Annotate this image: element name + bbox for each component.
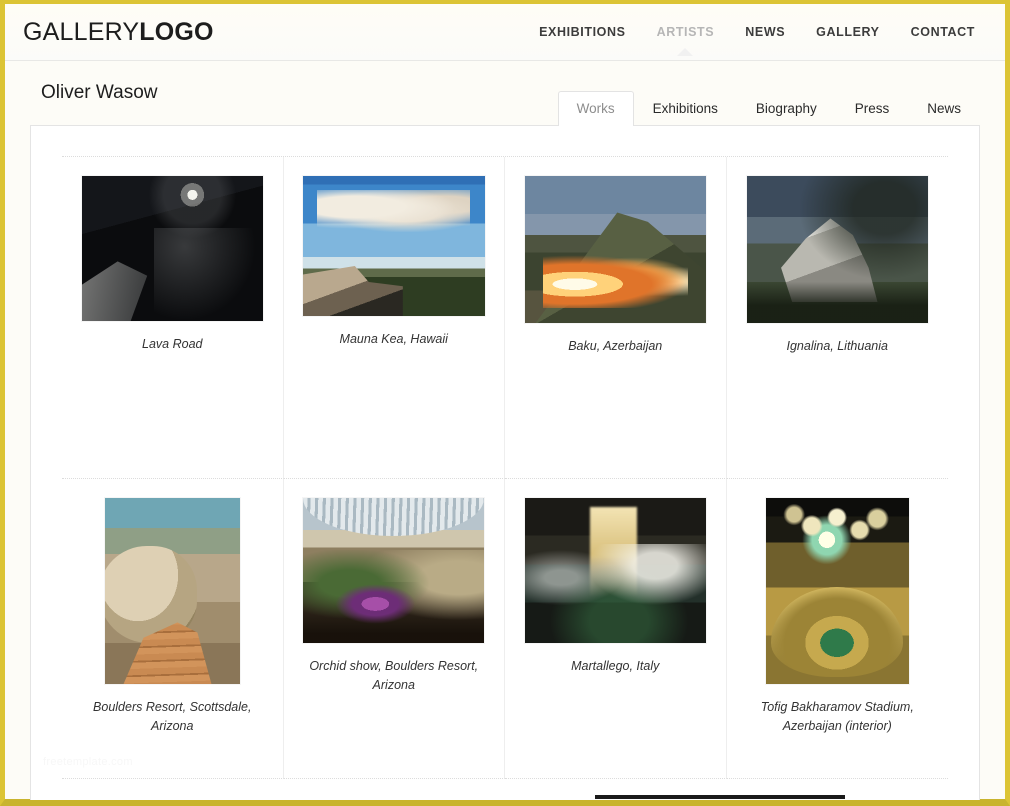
artwork-image <box>81 176 263 321</box>
works-grid-row-2: Boulders Resort, Scottsdale, Arizona Orch… <box>62 479 948 779</box>
nav-active-caret-icon <box>677 48 694 56</box>
work-cell[interactable]: Ignalina, Lithuania <box>726 157 948 479</box>
artist-title-row: Oliver Wasow Works Exhibitions Biography… <box>5 61 1005 126</box>
site-header: GALLERYLOGO EXHIBITIONS ARTISTS NEWS GAL… <box>5 4 1005 61</box>
work-cell[interactable]: Lava Road <box>62 157 284 479</box>
artwork-image <box>104 498 240 684</box>
tab-biography[interactable]: Biography <box>737 91 836 126</box>
work-thumbnail[interactable] <box>81 176 263 321</box>
work-thumbnail[interactable] <box>746 176 928 323</box>
nav-item-news[interactable]: NEWS <box>745 25 785 39</box>
work-cell[interactable]: Mauna Kea, Hawaii <box>283 157 505 479</box>
work-thumbnail[interactable] <box>765 498 909 684</box>
works-content-panel: Lava Road Mauna Kea, Hawaii Baku, Azerbaij… <box>30 125 980 800</box>
artwork-image <box>302 176 485 316</box>
work-thumbnail[interactable] <box>524 176 706 323</box>
work-caption: Orchid show, Boulders Resort, Arizona <box>309 659 479 692</box>
work-cell[interactable]: Baku, Azerbaijan <box>505 157 727 479</box>
work-caption: Tofig Bakharamov Stadium, Azerbaijan (in… <box>760 700 914 733</box>
work-thumbnail[interactable] <box>303 498 485 643</box>
artwork-image <box>524 176 706 323</box>
work-thumbnail[interactable] <box>302 176 485 316</box>
work-caption: Ignalina, Lithuania <box>786 339 888 353</box>
artwork-image <box>524 498 706 643</box>
works-grid-row-1: Lava Road Mauna Kea, Hawaii Baku, Azerbaij… <box>62 156 948 479</box>
nav-item-gallery[interactable]: GALLERY <box>816 25 879 39</box>
artwork-image <box>746 176 928 323</box>
main-navigation: EXHIBITIONS ARTISTS NEWS GALLERY CONTACT <box>539 25 980 56</box>
tab-press[interactable]: Press <box>836 91 909 126</box>
tab-exhibitions[interactable]: Exhibitions <box>634 91 737 126</box>
page-title: Oliver Wasow <box>41 82 158 103</box>
work-caption: Baku, Azerbaijan <box>568 339 663 353</box>
nav-item-exhibitions[interactable]: EXHIBITIONS <box>539 25 625 39</box>
artwork-image <box>765 498 909 684</box>
tab-news[interactable]: News <box>908 91 980 126</box>
work-cell[interactable]: Orchid show, Boulders Resort, Arizona <box>283 479 505 779</box>
logo-text-light: GALLERY <box>23 17 140 46</box>
work-caption: Lava Road <box>142 337 203 351</box>
artwork-image <box>303 498 485 643</box>
work-cell[interactable]: Tofig Bakharamov Stadium, Azerbaijan (in… <box>726 479 948 779</box>
work-cell[interactable]: Martallego, Italy <box>505 479 727 779</box>
work-cell[interactable]: Boulders Resort, Scottsdale, Arizona <box>62 479 284 779</box>
tab-works[interactable]: Works <box>557 91 634 126</box>
site-logo[interactable]: GALLERYLOGO <box>23 18 214 47</box>
work-caption: Martallego, Italy <box>571 659 660 673</box>
page-frame: GALLERYLOGO EXHIBITIONS ARTISTS NEWS GAL… <box>0 0 1010 806</box>
work-thumbnail[interactable] <box>104 498 240 684</box>
nav-item-artists-label: ARTISTS <box>656 25 715 39</box>
work-caption: Mauna Kea, Hawaii <box>339 332 448 346</box>
work-caption: Boulders Resort, Scottsdale, Arizona <box>93 700 252 733</box>
logo-text-bold: LOGO <box>139 17 214 46</box>
artist-tab-strip: Works Exhibitions Biography Press News <box>557 61 980 126</box>
nav-item-artists[interactable]: ARTISTS <box>656 25 715 56</box>
bottom-frame-accent <box>595 795 845 799</box>
nav-item-contact[interactable]: CONTACT <box>911 25 975 39</box>
work-thumbnail[interactable] <box>524 498 706 643</box>
